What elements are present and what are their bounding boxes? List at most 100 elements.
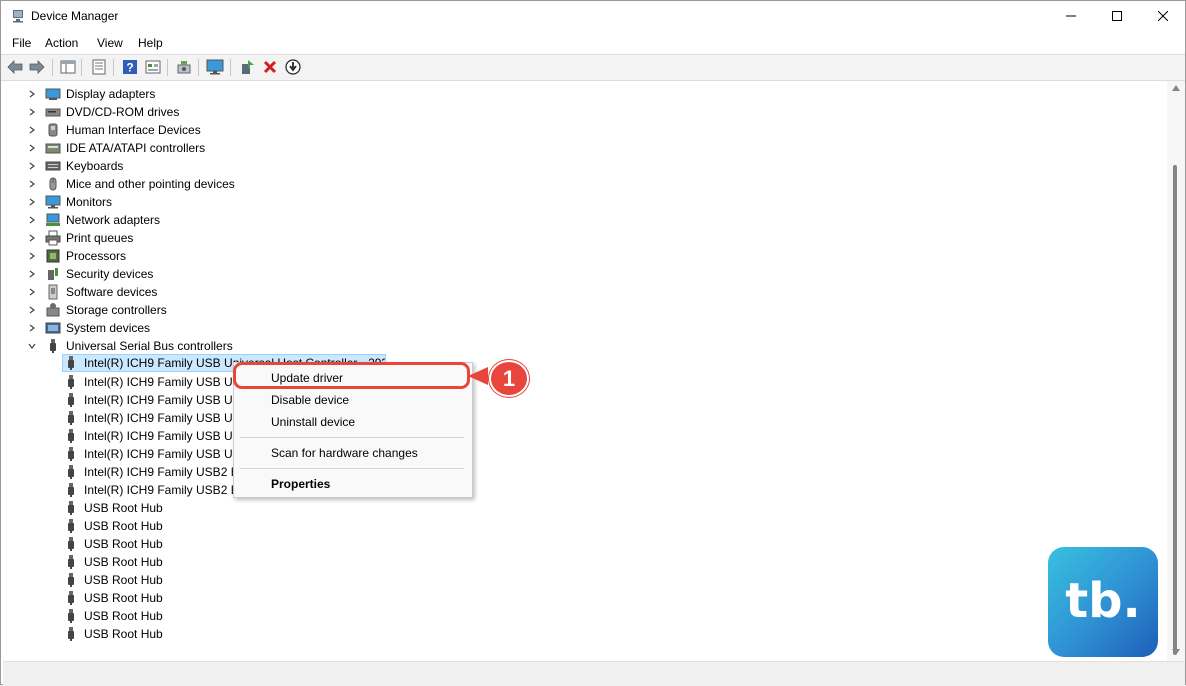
tree-category-item[interactable]: Network adapters	[27, 211, 160, 229]
tree-device-item[interactable]: Intel(R) ICH9 Family USB Uni	[63, 409, 242, 427]
tree-category-label: Processors	[66, 249, 127, 263]
close-button[interactable]	[1140, 1, 1186, 31]
menu-file[interactable]: File	[12, 36, 31, 50]
menu-help[interactable]: Help	[138, 36, 163, 50]
tree-device-item[interactable]: USB Root Hub	[63, 571, 163, 589]
chevron-right-icon[interactable]	[27, 269, 37, 279]
tree-device-item[interactable]: Intel(R) ICH9 Family USB Uni	[63, 391, 242, 409]
title-bar: Device Manager	[1, 1, 1185, 31]
view-icon	[145, 60, 161, 74]
scan-hardware-button[interactable]	[175, 58, 193, 76]
close-icon	[1158, 11, 1168, 21]
usb-device-icon	[63, 500, 79, 516]
chevron-right-icon[interactable]	[27, 323, 37, 333]
tree-category-item[interactable]: System devices	[27, 319, 150, 337]
maximize-button[interactable]	[1094, 1, 1140, 31]
back-button[interactable]	[6, 58, 24, 76]
monitor-icon	[206, 59, 224, 75]
tree-category-item[interactable]: Processors	[27, 247, 126, 265]
chevron-right-icon[interactable]	[27, 107, 37, 117]
chevron-right-icon[interactable]	[27, 233, 37, 243]
chevron-right-icon[interactable]	[27, 251, 37, 261]
tree-device-item[interactable]: USB Root Hub	[63, 607, 163, 625]
tree-category-label: Monitors	[66, 195, 113, 209]
update-driver-button[interactable]	[284, 58, 302, 76]
show-hide-tree-button[interactable]	[59, 58, 77, 76]
context-properties[interactable]: Properties	[271, 477, 330, 491]
context-uninstall-device[interactable]: Uninstall device	[271, 415, 355, 429]
usb-device-icon	[63, 410, 79, 426]
view-button[interactable]	[144, 58, 162, 76]
tree-device-item[interactable]: Intel(R) ICH9 Family USB Uni	[63, 373, 242, 391]
add-driver-icon	[242, 60, 254, 74]
chevron-right-icon[interactable]	[27, 125, 37, 135]
tree-category-item[interactable]: IDE ATA/ATAPI controllers	[27, 139, 205, 157]
monitor-button[interactable]	[206, 58, 224, 76]
chevron-right-icon[interactable]	[27, 215, 37, 225]
callout-pointer	[468, 367, 488, 385]
scroll-down-icon[interactable]	[1172, 649, 1180, 655]
tree-device-item[interactable]: Intel(R) ICH9 Family USB2 En	[63, 463, 245, 481]
toolbar-separator	[167, 59, 168, 76]
properties-button[interactable]	[90, 58, 108, 76]
tree-device-label: Intel(R) ICH9 Family USB Uni	[84, 447, 243, 461]
tree-device-item[interactable]: USB Root Hub	[63, 499, 163, 517]
tree-device-label: Intel(R) ICH9 Family USB Uni	[84, 375, 243, 389]
menu-view[interactable]: View	[97, 36, 123, 50]
tree-category-item[interactable]: Mice and other pointing devices	[27, 175, 235, 193]
tree-device-label: USB Root Hub	[84, 627, 163, 641]
help-button[interactable]: ?	[121, 58, 139, 76]
chevron-right-icon[interactable]	[27, 161, 37, 171]
uninstall-button[interactable]	[261, 58, 279, 76]
chevron-right-icon[interactable]	[27, 179, 37, 189]
chevron-right-icon[interactable]	[27, 89, 37, 99]
tree-category-item[interactable]: Display adapters	[27, 85, 155, 103]
tree-device-label: Intel(R) ICH9 Family USB2 En	[84, 465, 246, 479]
tree-category-item[interactable]: Print queues	[27, 229, 133, 247]
tree-category-item[interactable]: Monitors	[27, 193, 112, 211]
tree-device-label: USB Root Hub	[84, 501, 163, 515]
scroll-up-icon[interactable]	[1172, 85, 1180, 91]
vertical-scrollbar[interactable]	[1167, 81, 1185, 661]
chevron-right-icon[interactable]	[27, 287, 37, 297]
tree-category-item[interactable]: DVD/CD-ROM drives	[27, 103, 179, 121]
chevron-right-icon[interactable]	[27, 305, 37, 315]
keyboard-icon	[45, 158, 61, 174]
scrollbar-thumb[interactable]	[1173, 165, 1177, 655]
tree-category-item[interactable]: Software devices	[27, 283, 157, 301]
tree-category-item[interactable]: Storage controllers	[27, 301, 167, 319]
forward-button[interactable]	[28, 58, 46, 76]
context-separator	[240, 468, 464, 469]
tree-device-item[interactable]: USB Root Hub	[63, 553, 163, 571]
usb-device-icon	[63, 608, 79, 624]
usb-device-icon	[63, 392, 79, 408]
tree-category-usb[interactable]: Universal Serial Bus controllers	[27, 337, 233, 355]
hid-icon	[45, 122, 61, 138]
tb-logo: tb.	[1048, 547, 1158, 657]
storage-controller-icon	[45, 302, 61, 318]
svg-text:tb.: tb.	[1065, 573, 1141, 629]
tree-category-item[interactable]: Keyboards	[27, 157, 123, 175]
context-disable-device[interactable]: Disable device	[271, 393, 349, 407]
chevron-right-icon[interactable]	[27, 143, 37, 153]
menu-action[interactable]: Action	[45, 36, 78, 50]
step-callout-badge: 1	[489, 360, 529, 397]
tree-category-item[interactable]: Security devices	[27, 265, 153, 283]
tree-device-item[interactable]: USB Root Hub	[63, 625, 163, 643]
add-driver-button[interactable]	[238, 58, 256, 76]
tree-device-item[interactable]: USB Root Hub	[63, 535, 163, 553]
tree-device-item[interactable]: Intel(R) ICH9 Family USB Uni	[63, 445, 242, 463]
tree-category-label: Network adapters	[66, 213, 161, 227]
tree-device-item[interactable]: Intel(R) ICH9 Family USB2 En	[63, 481, 245, 499]
show-hide-tree-icon	[60, 60, 76, 74]
tree-device-item[interactable]: USB Root Hub	[63, 517, 163, 535]
tree-device-item[interactable]: Intel(R) ICH9 Family USB Uni	[63, 427, 242, 445]
chevron-right-icon[interactable]	[27, 197, 37, 207]
tree-category-item[interactable]: Human Interface Devices	[27, 121, 201, 139]
chevron-down-icon[interactable]	[27, 341, 37, 351]
scan-hardware-icon	[177, 61, 191, 74]
software-device-icon	[45, 284, 61, 300]
context-scan-hardware[interactable]: Scan for hardware changes	[271, 446, 418, 460]
minimize-button[interactable]	[1048, 1, 1094, 31]
tree-device-item[interactable]: USB Root Hub	[63, 589, 163, 607]
